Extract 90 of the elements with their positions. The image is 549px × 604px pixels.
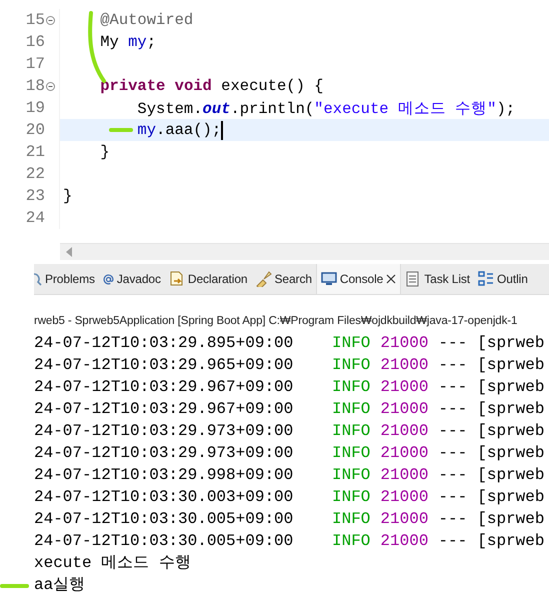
log-thread: [sprweb bbox=[477, 334, 544, 352]
console-output: xecute 메소드 수행 bbox=[34, 553, 192, 574]
log-pid: 21000 bbox=[380, 422, 428, 440]
log-level: INFO bbox=[332, 356, 370, 374]
line-number: 22 bbox=[26, 165, 45, 183]
log-level: INFO bbox=[332, 400, 370, 418]
log-thread: [sprweb bbox=[477, 444, 544, 462]
view-tab[interactable]: Search bbox=[252, 264, 316, 294]
log-separator: --- bbox=[438, 532, 468, 550]
log-separator: --- bbox=[438, 510, 468, 528]
at-sign-icon bbox=[102, 274, 114, 284]
log-pid: 21000 bbox=[380, 444, 428, 462]
monitor-icon bbox=[320, 271, 337, 287]
text-cursor bbox=[221, 120, 224, 140]
log-level: INFO bbox=[332, 510, 370, 528]
log-timestamp: 24-07-12T10:03:29.895+09:00 bbox=[34, 334, 294, 352]
console-title: rweb5 - Sprweb5Application [Spring Boot App] C:₩Program Files₩ojdkbuild₩java-17-openjdk-1 bbox=[34, 314, 518, 329]
flashlight-icon bbox=[256, 271, 272, 287]
log-separator: --- bbox=[438, 400, 468, 418]
log-separator: --- bbox=[438, 488, 468, 506]
code-line: } bbox=[100, 143, 110, 161]
code-line: } bbox=[63, 187, 72, 205]
close-icon[interactable] bbox=[386, 274, 396, 284]
log-separator: --- bbox=[438, 466, 468, 484]
log-thread: [sprweb bbox=[477, 378, 544, 396]
log-pid: 21000 bbox=[380, 400, 428, 418]
log-thread: [sprweb bbox=[477, 356, 544, 374]
log-separator: --- bbox=[438, 444, 468, 462]
collapse-icon[interactable] bbox=[46, 82, 55, 90]
view-tab[interactable]: Javadoc bbox=[98, 264, 165, 294]
highlighter-stroke bbox=[0, 583, 30, 589]
view-tab[interactable]: Outlin bbox=[474, 264, 532, 294]
log-timestamp: 24-07-12T10:03:29.967+09:00 bbox=[34, 400, 294, 418]
log-level: INFO bbox=[332, 466, 370, 484]
log-pid: 21000 bbox=[380, 510, 428, 528]
log-thread: [sprweb bbox=[477, 488, 544, 506]
line-number: 20 bbox=[26, 121, 45, 139]
collapse-icon[interactable] bbox=[46, 16, 55, 24]
log-pid: 21000 bbox=[380, 488, 428, 506]
code-line: my.aaa(); bbox=[137, 121, 222, 139]
log-separator: --- bbox=[438, 422, 468, 440]
view-tab[interactable]: Declaration bbox=[164, 264, 252, 294]
log-level: INFO bbox=[332, 444, 370, 462]
log-thread: [sprweb bbox=[477, 532, 544, 550]
log-timestamp: 24-07-12T10:03:30.005+09:00 bbox=[34, 532, 294, 550]
log-thread: [sprweb bbox=[477, 510, 544, 528]
line-number: 19 bbox=[26, 99, 45, 117]
log-level: INFO bbox=[332, 532, 370, 550]
document-arrow-icon bbox=[168, 271, 185, 287]
clipboard-icon bbox=[405, 271, 422, 287]
log-level: INFO bbox=[332, 488, 370, 506]
code-line: @Autowired bbox=[100, 11, 194, 29]
line-number: 15 bbox=[26, 11, 45, 29]
line-number: 16 bbox=[26, 33, 45, 51]
line-number: 17 bbox=[26, 55, 45, 73]
log-timestamp: 24-07-12T10:03:30.003+09:00 bbox=[34, 488, 294, 506]
line-number: 18 bbox=[26, 77, 45, 95]
highlighter-stroke bbox=[108, 127, 134, 133]
view-tab[interactable]: Task List bbox=[401, 264, 474, 294]
view-tab[interactable]: Console bbox=[316, 264, 402, 294]
log-level: INFO bbox=[332, 378, 370, 396]
log-timestamp: 24-07-12T10:03:30.005+09:00 bbox=[34, 510, 294, 528]
horizontal-scrollbar[interactable] bbox=[60, 243, 549, 260]
log-level: INFO bbox=[332, 422, 370, 440]
log-pid: 21000 bbox=[380, 532, 428, 550]
line-number: 24 bbox=[26, 209, 45, 227]
log-separator: --- bbox=[438, 356, 468, 374]
code-line: My my; bbox=[100, 33, 156, 51]
outline-icon bbox=[478, 271, 494, 287]
log-separator: --- bbox=[438, 334, 468, 352]
console-output: aa실행 bbox=[34, 575, 86, 596]
log-separator: --- bbox=[438, 378, 468, 396]
line-number: 21 bbox=[26, 143, 45, 161]
log-pid: 21000 bbox=[380, 466, 428, 484]
log-pid: 21000 bbox=[380, 334, 428, 352]
log-timestamp: 24-07-12T10:03:29.973+09:00 bbox=[34, 444, 294, 462]
line-number: 23 bbox=[26, 187, 45, 205]
log-timestamp: 24-07-12T10:03:29.998+09:00 bbox=[34, 466, 294, 484]
log-level: INFO bbox=[332, 334, 370, 352]
log-timestamp: 24-07-12T10:03:29.965+09:00 bbox=[34, 356, 294, 374]
code-line: System.out.println("execute 메소드 수행"); bbox=[137, 98, 516, 118]
view-tab[interactable]: Problems bbox=[34, 264, 99, 294]
log-thread: [sprweb bbox=[477, 466, 544, 484]
log-pid: 21000 bbox=[380, 356, 428, 374]
log-timestamp: 24-07-12T10:03:29.967+09:00 bbox=[34, 378, 294, 396]
code-line: private void execute() { bbox=[100, 77, 324, 95]
log-thread: [sprweb bbox=[477, 422, 544, 440]
log-pid: 21000 bbox=[380, 378, 428, 396]
log-thread: [sprweb bbox=[477, 400, 544, 418]
log-timestamp: 24-07-12T10:03:29.973+09:00 bbox=[34, 422, 294, 440]
